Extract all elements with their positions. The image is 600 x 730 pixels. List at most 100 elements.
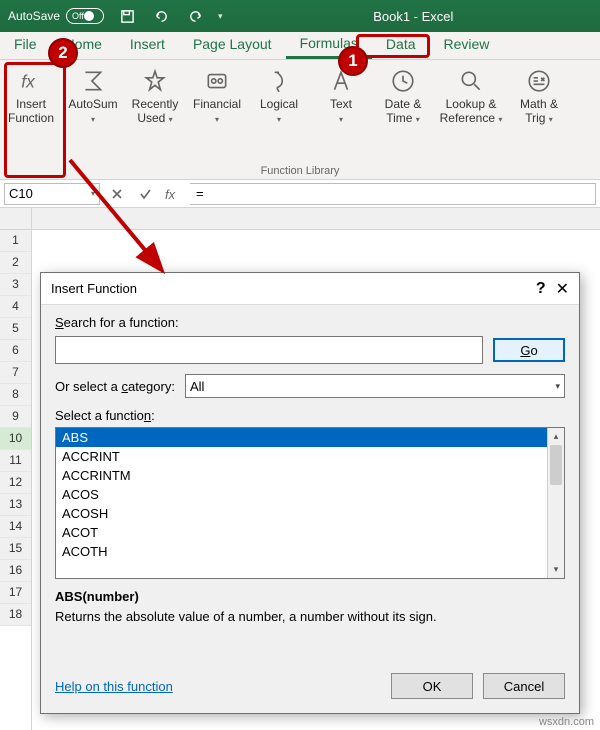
help-icon[interactable]: ? [536, 280, 546, 298]
autosum-button[interactable]: AutoSum ▾ [62, 66, 124, 162]
ok-button[interactable]: OK [391, 673, 473, 699]
name-box[interactable]: C10 ▾ [4, 183, 100, 205]
chevron-down-icon: ▾ [169, 115, 173, 124]
tab-page-layout[interactable]: Page Layout [179, 31, 286, 59]
chevron-down-icon: ▾ [91, 115, 95, 124]
help-link[interactable]: Help on this function [55, 679, 173, 694]
financial-button[interactable]: Financial▾ [186, 66, 248, 162]
list-item[interactable]: ACCRINT [56, 447, 547, 466]
list-item[interactable]: ACCRINTM [56, 466, 547, 485]
close-icon[interactable]: ✕ [556, 279, 569, 299]
function-library-group: fx Insert Function AutoSum ▾ Recently Use… [0, 60, 600, 162]
svg-text:fx: fx [21, 72, 36, 92]
redo-icon[interactable] [184, 5, 206, 27]
dialog-body: Search for a function: Go Or select a ca… [41, 305, 579, 636]
enter-formula-icon[interactable] [134, 183, 156, 205]
insert-function-button[interactable]: fx Insert Function [0, 66, 62, 162]
tab-data[interactable]: Data [372, 31, 430, 59]
date-time-button[interactable]: Date & Time ▾ [372, 66, 434, 162]
row-header[interactable]: 13 [0, 494, 31, 516]
autosave-group: AutoSave Off [8, 8, 104, 24]
watermark: wsxdn.com [539, 716, 594, 728]
category-value: All [190, 379, 204, 394]
lookup-ref-label: Lookup & Reference [440, 97, 497, 125]
row-header[interactable]: 7 [0, 362, 31, 384]
scroll-down-icon[interactable]: ▾ [548, 561, 564, 578]
tab-home[interactable]: Home [51, 31, 116, 59]
scroll-thumb[interactable] [550, 445, 562, 485]
row-header[interactable]: 11 [0, 450, 31, 472]
formula-bar-buttons: fx [106, 183, 184, 205]
list-item[interactable]: ACOTH [56, 542, 547, 561]
scroll-up-icon[interactable]: ▴ [548, 428, 564, 445]
category-label: Or select a category: [55, 379, 175, 394]
tab-review[interactable]: Review [430, 31, 504, 59]
row-header[interactable]: 16 [0, 560, 31, 582]
row-header[interactable]: 9 [0, 406, 31, 428]
qat-customize-icon[interactable]: ▾ [218, 11, 223, 22]
row-headers: 1 2 3 4 5 6 7 8 9 10 11 12 13 14 15 16 1… [0, 208, 32, 730]
ribbon: fx Insert Function AutoSum ▾ Recently Use… [0, 60, 600, 180]
dialog-footer: Help on this function OK Cancel [41, 663, 579, 713]
svg-text:fx: fx [165, 187, 176, 201]
list-item[interactable]: ABS [56, 428, 547, 447]
chevron-down-icon: ▾ [416, 115, 420, 124]
row-header[interactable]: 10 [0, 428, 31, 450]
listbox-scrollbar[interactable]: ▴ ▾ [547, 428, 564, 578]
formula-bar-row: C10 ▾ fx = [0, 180, 600, 208]
row-header[interactable]: 15 [0, 538, 31, 560]
row-header[interactable]: 3 [0, 274, 31, 296]
text-button[interactable]: Text▾ [310, 66, 372, 162]
chevron-down-icon: ▾ [215, 115, 219, 124]
tab-insert[interactable]: Insert [116, 31, 179, 59]
category-select[interactable]: All ▾ [185, 374, 565, 398]
math-trig-button[interactable]: Math & Trig ▾ [508, 66, 570, 162]
autosave-toggle[interactable]: Off [66, 8, 104, 24]
row-header[interactable]: 18 [0, 604, 31, 626]
chevron-down-icon: ▾ [555, 381, 560, 392]
ribbon-tabs: File Home Insert Page Layout Formulas Da… [0, 32, 600, 60]
dialog-title: Insert Function [51, 281, 137, 296]
row-header[interactable]: 2 [0, 252, 31, 274]
lookup-reference-button[interactable]: Lookup & Reference ▾ [434, 66, 508, 162]
list-item[interactable]: ACOS [56, 485, 547, 504]
cancel-formula-icon[interactable] [106, 183, 128, 205]
select-all-corner[interactable] [0, 208, 31, 230]
dialog-title-bar[interactable]: Insert Function ? ✕ [41, 273, 579, 305]
row-header[interactable]: 17 [0, 582, 31, 604]
search-input[interactable] [55, 336, 483, 364]
list-item[interactable]: ACOT [56, 523, 547, 542]
row-header[interactable]: 12 [0, 472, 31, 494]
list-item[interactable]: ACOSH [56, 504, 547, 523]
row-header[interactable]: 1 [0, 230, 31, 252]
go-button[interactable]: Go [493, 338, 565, 362]
chevron-down-icon: ▾ [498, 115, 502, 124]
autosave-label: AutoSave [8, 9, 60, 23]
formula-text: = [196, 186, 204, 201]
chevron-down-icon: ▾ [339, 115, 343, 124]
save-icon[interactable] [116, 5, 138, 27]
fx-icon[interactable]: fx [162, 183, 184, 205]
autosum-label: AutoSum [68, 97, 117, 111]
chevron-down-icon[interactable]: ▾ [91, 189, 95, 198]
recently-used-button[interactable]: Recently Used ▾ [124, 66, 186, 162]
undo-icon[interactable] [150, 5, 172, 27]
row-header[interactable]: 6 [0, 340, 31, 362]
formula-bar-input[interactable]: = [190, 183, 596, 205]
scroll-track[interactable] [548, 485, 564, 561]
row-header[interactable]: 8 [0, 384, 31, 406]
document-title: Book1 - Excel [235, 9, 592, 24]
column-headers [32, 208, 600, 230]
tab-formulas[interactable]: Formulas [286, 30, 372, 59]
tab-file[interactable]: File [0, 31, 51, 59]
cancel-button[interactable]: Cancel [483, 673, 565, 699]
function-listbox[interactable]: ABS ACCRINT ACCRINTM ACOS ACOSH ACOT ACO… [55, 427, 565, 579]
chevron-down-icon: ▾ [277, 115, 281, 124]
search-label: Search for a function: [55, 315, 565, 330]
logical-button[interactable]: Logical▾ [248, 66, 310, 162]
row-header[interactable]: 5 [0, 318, 31, 340]
ribbon-group-label: Function Library [0, 162, 600, 179]
row-header[interactable]: 4 [0, 296, 31, 318]
select-function-label: Select a function: [55, 408, 565, 423]
row-header[interactable]: 14 [0, 516, 31, 538]
